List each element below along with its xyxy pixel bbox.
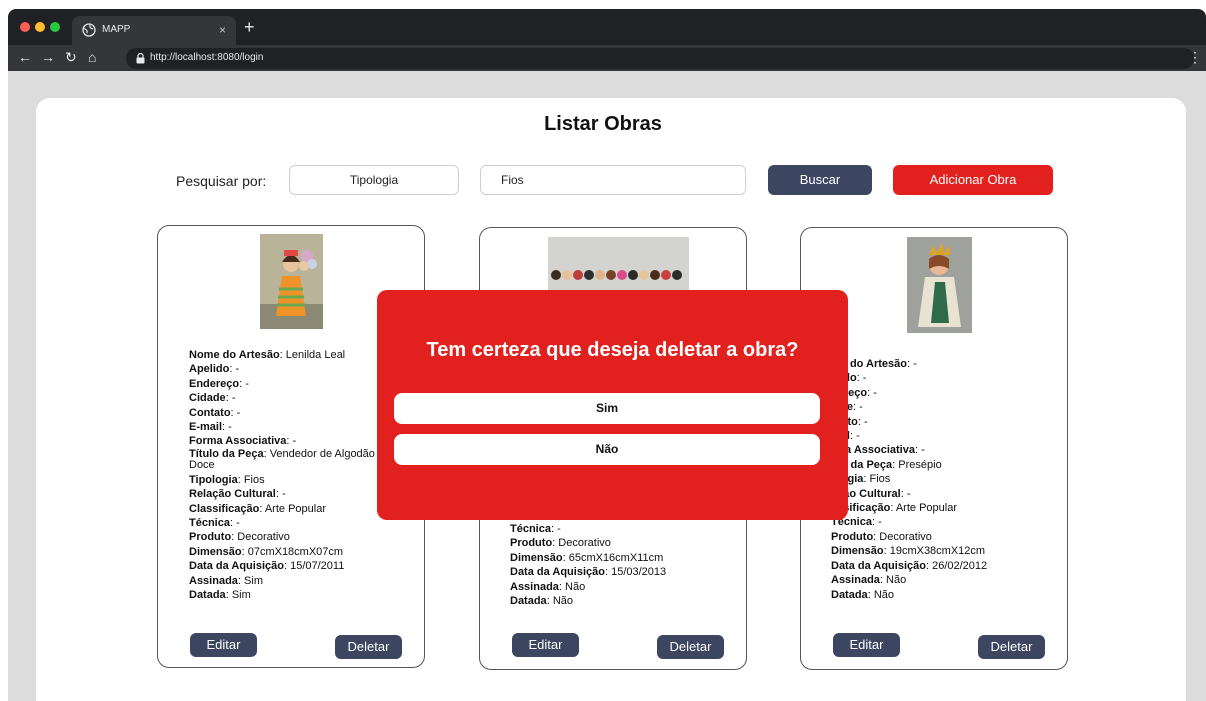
technique-row: Técnica: -: [189, 517, 240, 530]
artisan-name-row: Nome do Artesão: Lenilda Leal: [189, 349, 346, 361]
dated-row: Datada: Não: [831, 588, 894, 601]
address-row: Endereço: -: [189, 377, 249, 390]
url-text: http://localhost:8080/login: [150, 52, 264, 63]
email-row: nail: -: [831, 430, 860, 443]
forward-arrow-icon[interactable]: →: [41, 50, 55, 64]
technique-row: Técnica: -: [510, 523, 561, 535]
page-title: Listar Obras: [544, 113, 662, 135]
delete-button[interactable]: Deletar: [978, 635, 1045, 659]
address-row: dereço: -: [831, 386, 877, 399]
acquisition-row: Data da Aquisição: 15/07/2011: [189, 560, 345, 573]
signed-row: Assinada: Sim: [189, 574, 263, 587]
tab-close-icon[interactable]: ×: [219, 23, 226, 37]
browser-window: MAPP × + ← → ↻ ⌂ http://localhost:8080/l…: [8, 9, 1206, 71]
city-row: Cidade: -: [189, 392, 236, 405]
home-icon[interactable]: ⌂: [88, 50, 96, 64]
contact-row: Contato: -: [189, 406, 241, 419]
typology-row: ologia: Fios: [831, 473, 891, 486]
close-window-button[interactable]: [20, 22, 30, 32]
artwork-photo: [907, 237, 972, 333]
back-arrow-icon[interactable]: ←: [18, 50, 32, 64]
dimension-row: Dimensão: 07cmX18cmX07cm: [189, 545, 344, 558]
reload-icon[interactable]: ↻: [65, 50, 77, 64]
association-row: rma Associativa: -: [831, 444, 925, 457]
delete-button[interactable]: Deletar: [657, 635, 724, 659]
acquisition-row: Data da Aquisição: 26/02/2012: [831, 559, 988, 572]
dated-row: Datada: Não: [510, 595, 573, 608]
artisan-name-row: me do Artesão: -: [831, 358, 917, 370]
add-artwork-button[interactable]: Adicionar Obra: [893, 165, 1053, 195]
city-row: lade: -: [831, 401, 863, 414]
association-row: Forma Associativa: -: [189, 435, 297, 448]
artwork-photo: [548, 237, 689, 292]
artwork-fields: me do Artesão: - elido: - dereço: - lade…: [831, 357, 1036, 602]
technique-row: Técnica: -: [831, 516, 882, 529]
edit-button[interactable]: Editar: [512, 633, 579, 657]
minimize-window-button[interactable]: [35, 22, 45, 32]
confirm-delete-button[interactable]: Sim: [394, 393, 820, 424]
piece-title-row: Título da Peça: Vendedor de Algodão Doce: [189, 447, 375, 471]
edit-button[interactable]: Editar: [833, 633, 900, 657]
search-label: Pesquisar por:: [176, 173, 267, 189]
search-type-select[interactable]: Tipologia: [289, 165, 459, 195]
contact-row: ntato: -: [831, 415, 868, 428]
tab-title: MAPP: [102, 24, 131, 35]
artwork-fields: Técnica: - Produto: Decorativo Dimensão:…: [510, 522, 715, 608]
dated-row: Datada: Sim: [189, 589, 251, 602]
nickname-row: Apelido: -: [189, 363, 240, 376]
classification-row: Classificação: Arte Popular: [189, 502, 326, 515]
delete-confirm-dialog: Tem certeza que deseja deletar a obra? S…: [377, 290, 848, 520]
artwork-fields: Nome do Artesão: Lenilda Leal Apelido: -…: [189, 348, 394, 603]
maximize-window-button[interactable]: [50, 22, 60, 32]
classification-row: assificação: Arte Popular: [831, 502, 957, 515]
acquisition-row: Data da Aquisição: 15/03/2013: [510, 566, 667, 579]
browser-menu-icon[interactable]: ⋮: [1188, 50, 1202, 64]
search-input[interactable]: Fios: [480, 165, 746, 195]
window-controls: [20, 22, 60, 32]
new-tab-button[interactable]: +: [244, 18, 255, 36]
search-button[interactable]: Buscar: [768, 165, 872, 195]
signed-row: Assinada: Não: [510, 580, 586, 593]
globe-icon: [82, 23, 96, 37]
cultural-row: Relação Cultural: -: [189, 488, 286, 501]
product-row: Produto: Decorativo: [831, 530, 932, 543]
typology-row: Tipologia: Fios: [189, 473, 265, 486]
product-row: Produto: Decorativo: [510, 537, 611, 550]
lock-icon: [136, 53, 145, 64]
cancel-delete-button[interactable]: Não: [394, 434, 820, 465]
edit-button[interactable]: Editar: [190, 633, 257, 657]
dimension-row: Dimensão: 65cmX16cmX11cm: [510, 551, 664, 564]
email-row: E-mail: -: [189, 421, 232, 434]
product-row: Produto: Decorativo: [189, 531, 290, 544]
piece-title-row: ulo da Peça: Presépio: [831, 458, 942, 471]
browser-tab[interactable]: MAPP ×: [72, 16, 236, 45]
browser-toolbar: ← → ↻ ⌂ http://localhost:8080/login ⋮: [8, 45, 1206, 71]
dimension-row: Dimensão: 19cmX38cmX12cm: [831, 545, 986, 558]
dialog-question: Tem certeza que deseja deletar a obra?: [426, 339, 799, 361]
nickname-row: elido: -: [831, 372, 867, 385]
signed-row: Assinada: Não: [831, 574, 907, 587]
artwork-photo: [260, 234, 323, 329]
address-bar[interactable]: http://localhost:8080/login: [126, 48, 1194, 69]
cultural-row: ação Cultural: -: [831, 487, 911, 500]
delete-button[interactable]: Deletar: [335, 635, 402, 659]
